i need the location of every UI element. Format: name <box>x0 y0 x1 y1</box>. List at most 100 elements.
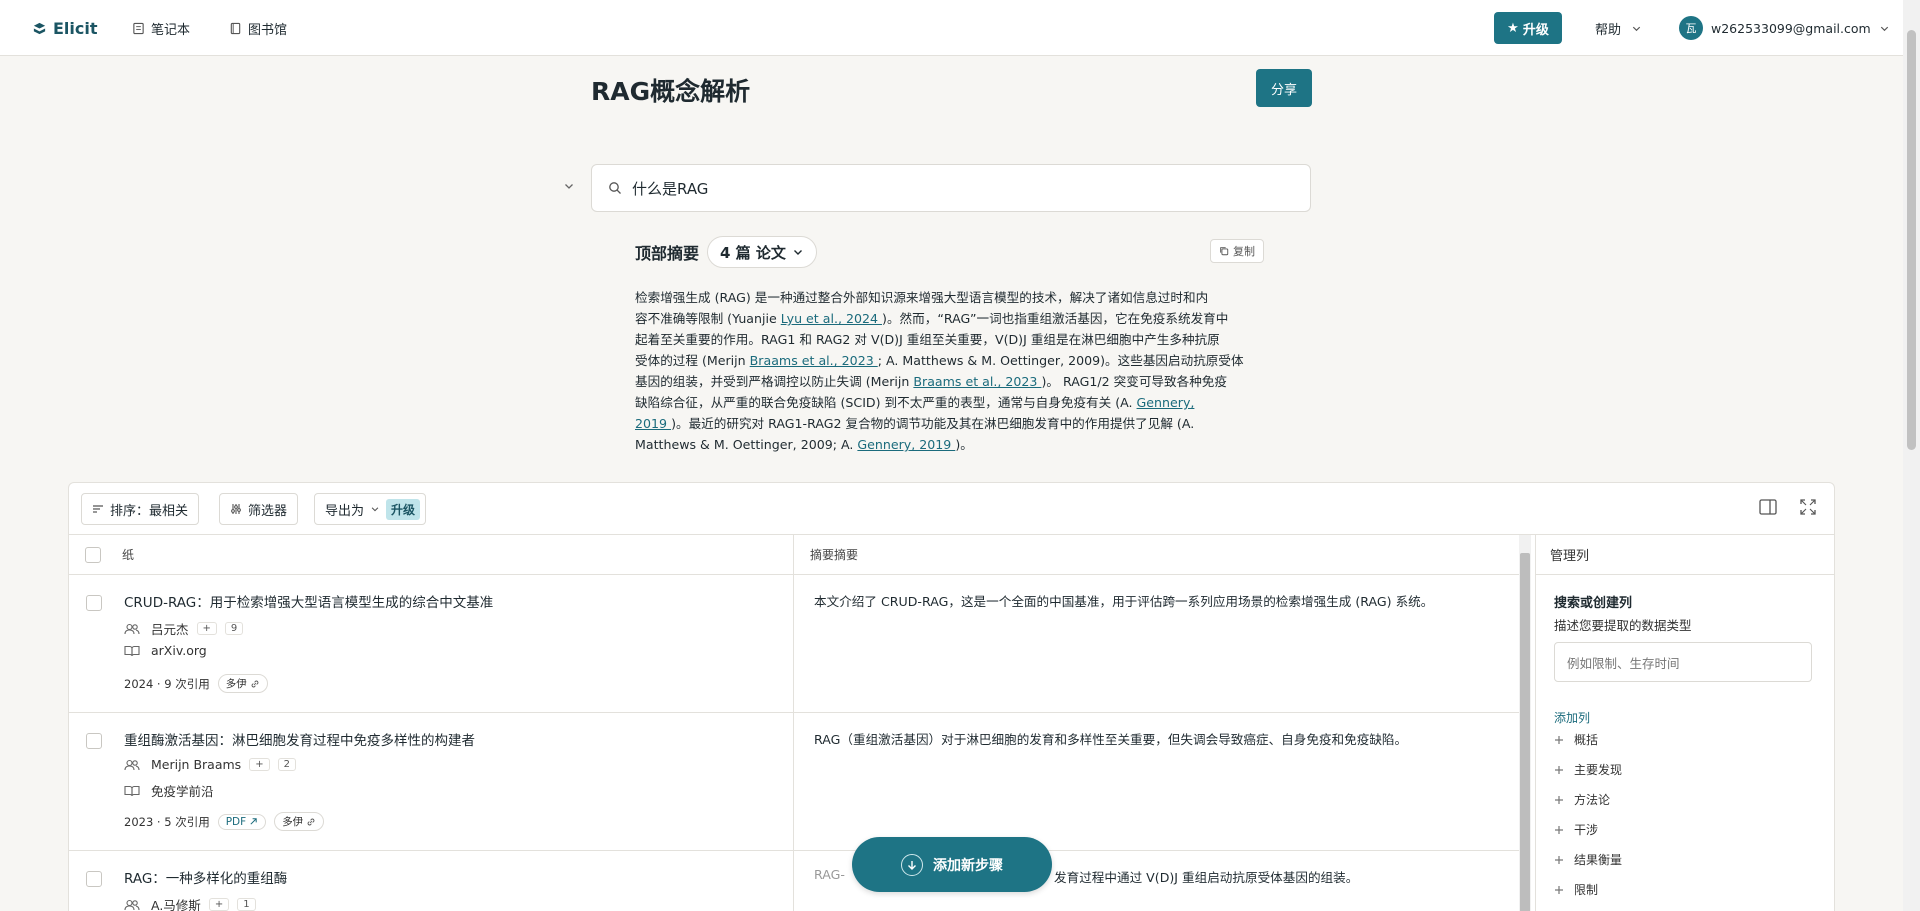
papers-count-dropdown[interactable]: 4 篇 论文 <box>707 236 817 268</box>
summary-line: 起着至关重要的作用。RAG1 和 RAG2 对 V(D)J 重组至关重要，V(D… <box>635 329 1270 350</box>
col-paper-label: 纸 <box>122 548 135 562</box>
book-icon <box>229 22 242 35</box>
summary-text-fragment: 起着至关重要的作用。RAG1 和 RAG2 对 V(D)J 重组至关重要，V(D… <box>635 332 1220 347</box>
citation-link[interactable]: 2019 <box>635 416 671 431</box>
add-column-option[interactable]: 概括 <box>1554 731 1598 748</box>
nav-library[interactable]: 图书馆 <box>229 0 287 56</box>
doi-chip[interactable]: 多伊 <box>274 812 325 831</box>
nav-notebook[interactable]: 笔记本 <box>132 0 190 56</box>
row-checkbox[interactable] <box>86 595 102 611</box>
upgrade-button[interactable]: ★ 升级 <box>1494 12 1562 44</box>
citation-link[interactable]: Gennery, <box>1137 395 1195 410</box>
column-search-title: 搜索或创建列 <box>1554 596 1633 611</box>
chevron-down-icon <box>1879 23 1890 34</box>
summary-text-fragment: 检索增强生成 (RAG) 是一种通过整合外部知识源来增强大型语言模型的技术，解决… <box>635 290 1209 305</box>
year-citations: 2023 · 5 次引用 <box>124 814 210 829</box>
user-menu[interactable]: 瓦 w262533099@gmail.com <box>1679 0 1890 56</box>
side-panel-toggle-icon[interactable] <box>1759 499 1777 515</box>
paper-title[interactable]: CRUD-RAG：用于检索增强大型语言模型生成的综合中文基准 <box>124 591 493 611</box>
elicit-logo[interactable]: Elicit <box>32 0 98 56</box>
select-all-checkbox[interactable] <box>85 546 101 563</box>
citation-link[interactable]: Braams et al., 2023 <box>913 374 1041 389</box>
pdf-chip[interactable]: PDF <box>217 813 267 830</box>
plus-badge: + <box>196 622 217 635</box>
summary-text-fragment: ; A. Matthews & M. Oettinger, 2009)。这些基因… <box>877 353 1244 368</box>
sort-button[interactable]: 排序：最相关 <box>81 493 200 525</box>
summary-text-fragment: )。然而，“RAG”一词也指重组激活基因，它在免疫系统发育中 <box>882 311 1229 326</box>
filter-button[interactable]: 筛选器 <box>219 493 299 525</box>
table-row[interactable]: RAG：一种多样化的重组酶 A.马修斯 + 1 RAG- 发育过程中通过 V(D… <box>69 851 1519 911</box>
year-citations: 2024 · 9 次引用 <box>124 676 210 691</box>
table-row[interactable]: 重组酶激活基因：淋巴细胞发育过程中免疫多样性的构建者 Merijn Braams… <box>69 713 1519 851</box>
copy-label: 复制 <box>1233 245 1255 258</box>
summary-line: 检索增强生成 (RAG) 是一种通过整合外部知识源来增强大型语言模型的技术，解决… <box>635 287 1270 308</box>
paper-title[interactable]: 重组酶激活基因：淋巴细胞发育过程中免疫多样性的构建者 <box>124 729 475 749</box>
add-column-option[interactable]: 干涉 <box>1554 821 1598 838</box>
copy-icon <box>1219 246 1229 256</box>
users-icon <box>124 623 140 635</box>
row-checkbox[interactable] <box>86 733 102 749</box>
nav-notebook-label: 笔记本 <box>151 22 191 38</box>
summary-text-fragment: )。 RAG1/2 突变可导致各种免疫 <box>1041 374 1227 389</box>
doi-label: 多伊 <box>282 816 304 828</box>
venue-name: arXiv.org <box>151 643 207 658</box>
expand-icon[interactable] <box>1800 499 1816 515</box>
citation-link[interactable]: Gennery, 2019 <box>857 437 955 452</box>
more-authors-count[interactable]: 1 <box>237 898 256 911</box>
search-input[interactable]: 什么是RAG <box>591 164 1311 212</box>
plus-icon <box>1554 735 1564 745</box>
papers-count: 4 篇 论文 <box>720 243 786 262</box>
export-label: 导出为 <box>325 503 365 519</box>
venue-name: 免疫学前沿 <box>151 784 214 799</box>
table-scrollbar[interactable] <box>1519 535 1531 911</box>
table-row[interactable]: CRUD-RAG：用于检索增强大型语言模型生成的综合中文基准 吕元杰 + 9 a… <box>69 575 1519 713</box>
more-authors-count[interactable]: 9 <box>224 622 244 635</box>
summary-text-fragment: 基因的组装，并受到严格调控以防止失调 (Merijn <box>635 374 914 389</box>
option-label: 概括 <box>1574 733 1599 747</box>
authors: Merijn Braams + 2 <box>124 757 296 772</box>
add-new-step-label: 添加新步骤 <box>933 857 1003 874</box>
venue: 免疫学前沿 <box>124 781 214 800</box>
citation-link[interactable]: Lyu et al., 2024 <box>781 311 882 326</box>
row-checkbox[interactable] <box>86 871 102 887</box>
add-column-option[interactable]: 方法论 <box>1554 791 1610 808</box>
summary-line: 受体的过程 (Merijn Braams et al., 2023 ; A. M… <box>635 350 1270 371</box>
authors: 吕元杰 + 9 <box>124 619 244 638</box>
paper-summary: RAG（重组激活基因）对于淋巴细胞的发育和多样性至关重要，但失调会导致癌症、自身… <box>814 732 1408 747</box>
page-scrollbar[interactable] <box>1903 0 1920 911</box>
upgrade-tag[interactable]: 升级 <box>386 498 421 520</box>
collapse-chevron-icon[interactable] <box>563 180 575 192</box>
plus-icon <box>1554 885 1564 895</box>
add-column-option[interactable]: 结果衡量 <box>1554 851 1622 868</box>
summary-title: 顶部摘要 <box>635 244 700 263</box>
add-column-option[interactable]: 限制 <box>1554 881 1598 898</box>
export-button[interactable]: 导出为 升级 <box>314 493 427 525</box>
copy-button[interactable]: 复制 <box>1210 239 1264 263</box>
summary-line: 容不准确等限制 (Yuanjie Lyu et al., 2024 )。然而，“… <box>635 308 1270 329</box>
upgrade-label: 升级 <box>1522 22 1549 38</box>
paper-title[interactable]: RAG：一种多样化的重组酶 <box>124 867 287 887</box>
citation-link[interactable]: Braams et al., 2023 <box>750 353 878 368</box>
option-label: 结果衡量 <box>1574 853 1623 867</box>
summary-text-fragment: 缺陷综合征，从严重的联合免疫缺陷 (SCID) 到不太严重的表型，通常与自身免疫… <box>635 395 1137 410</box>
doi-chip[interactable]: 多伊 <box>217 674 268 693</box>
help-menu[interactable]: 帮助 <box>1595 0 1642 56</box>
users-icon <box>124 759 140 771</box>
share-button[interactable]: 分享 <box>1256 69 1312 107</box>
summary-text-fragment: 受体的过程 (Merijn <box>635 353 750 368</box>
star-icon: ★ <box>1507 20 1519 36</box>
doi-label: 多伊 <box>225 678 247 690</box>
summary-text-fragment: )。 <box>955 437 973 452</box>
add-new-step-button[interactable]: 添加新步骤 <box>852 837 1052 892</box>
scrollbar-thumb[interactable] <box>1907 30 1916 450</box>
more-authors-count[interactable]: 2 <box>277 758 296 771</box>
plus-icon <box>1554 855 1564 865</box>
column-search-input[interactable]: 例如限制、生存时间 <box>1554 642 1812 682</box>
link-icon <box>306 817 316 827</box>
add-column-option[interactable]: 主要发现 <box>1554 761 1622 778</box>
search-query: 什么是RAG <box>632 179 709 198</box>
summary-text: 检索增强生成 (RAG) 是一种通过整合外部知识源来增强大型语言模型的技术，解决… <box>635 287 1270 455</box>
author-name: 吕元杰 <box>151 622 189 637</box>
paper-stats: 2024 · 9 次引用 多伊 <box>124 674 268 693</box>
table-scrollbar-thumb[interactable] <box>1520 553 1530 911</box>
